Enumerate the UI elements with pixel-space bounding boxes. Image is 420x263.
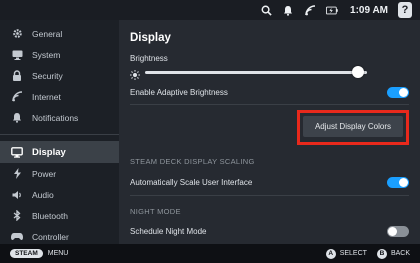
sidebar-item-label: General [32,28,63,39]
search-icon[interactable] [260,4,272,16]
sidebar-item-general[interactable]: General [0,23,119,44]
sidebar-item-system[interactable]: System [0,44,119,65]
sidebar-item-power[interactable]: Power [0,163,119,184]
sidebar-item-bluetooth[interactable]: Bluetooth [0,205,119,226]
schedule-night-mode-label: Schedule Night Mode [130,226,207,236]
sidebar-divider [0,134,119,135]
display-settings-panel: Display Brightness Enable Adaptive Brigh… [119,20,420,244]
sun-icon [130,67,140,80]
footer-bar: STEAM MENU A SELECT B BACK [0,244,420,263]
auto-scale-label: Automatically Scale User Interface [130,177,253,187]
highlight-box: Adjust Display Colors [296,110,409,145]
brightness-row [130,63,409,81]
b-button-icon: B [376,248,387,259]
sidebar-item-notifications[interactable]: Notifications [0,107,119,128]
gamepad-icon [11,231,23,243]
sidebar-item-label: Controller [32,231,69,242]
schedule-night-mode-row[interactable]: Schedule Night Mode [130,219,409,243]
notification-bell-icon[interactable] [282,4,294,16]
sidebar-item-security[interactable]: Security [0,65,119,86]
adaptive-brightness-row[interactable]: Enable Adaptive Brightness [130,81,409,105]
bluetooth-icon [11,210,23,222]
brightness-slider[interactable] [145,65,367,78]
adaptive-brightness-toggle[interactable] [387,87,409,98]
section-heading-scaling: STEAM DECK DISPLAY SCALING [130,157,255,166]
brightness-label: Brightness [130,54,168,63]
help-button[interactable]: ? [398,2,412,18]
sidebar-item-label: Bluetooth [32,210,68,221]
auto-scale-toggle[interactable] [387,176,409,188]
lightning-icon [11,168,23,180]
sidebar-item-label: Audio [32,189,54,200]
sidebar-item-label: Internet [32,91,61,102]
sidebar-item-label: System [32,49,61,60]
lock-icon [11,70,23,82]
gear-icon [11,28,23,40]
a-button-icon: A [325,248,336,259]
battery-icon [326,4,338,16]
clock: 1:09 AM [350,4,388,16]
auto-scale-row[interactable]: Automatically Scale User Interface [130,169,409,196]
back-hint[interactable]: B BACK [376,248,410,259]
sidebar-item-internet[interactable]: Internet [0,86,119,107]
monitor-icon [11,49,23,61]
steam-button[interactable]: STEAM [10,249,43,258]
sidebar-item-label: Power [32,168,57,179]
settings-sidebar: General System Security Internet Notific… [0,20,119,244]
back-label: BACK [390,250,410,257]
wifi-icon [11,91,23,103]
status-bar: 1:09 AM ? [260,0,420,20]
sidebar-item-audio[interactable]: Audio [0,184,119,205]
section-heading-night-mode: NIGHT MODE [130,207,181,216]
adjust-display-colors-button[interactable]: Adjust Display Colors [302,116,403,137]
brightness-slider-handle[interactable] [352,65,365,78]
sidebar-item-label: Display [32,146,66,158]
bell-icon [11,112,23,124]
adjust-colors-row: Adjust Display Colors [130,105,409,145]
signal-icon [304,4,316,16]
sidebar-item-label: Security [32,70,63,81]
select-label: SELECT [339,250,367,257]
menu-label: MENU [47,250,69,257]
page-title: Display [130,32,171,44]
speaker-icon [11,189,23,201]
sidebar-item-display[interactable]: Display [0,141,119,163]
adaptive-brightness-label: Enable Adaptive Brightness [130,88,228,97]
schedule-night-mode-toggle[interactable] [387,225,409,237]
sidebar-item-label: Notifications [32,112,79,123]
display-icon [11,146,23,158]
select-hint[interactable]: A SELECT [325,248,367,259]
